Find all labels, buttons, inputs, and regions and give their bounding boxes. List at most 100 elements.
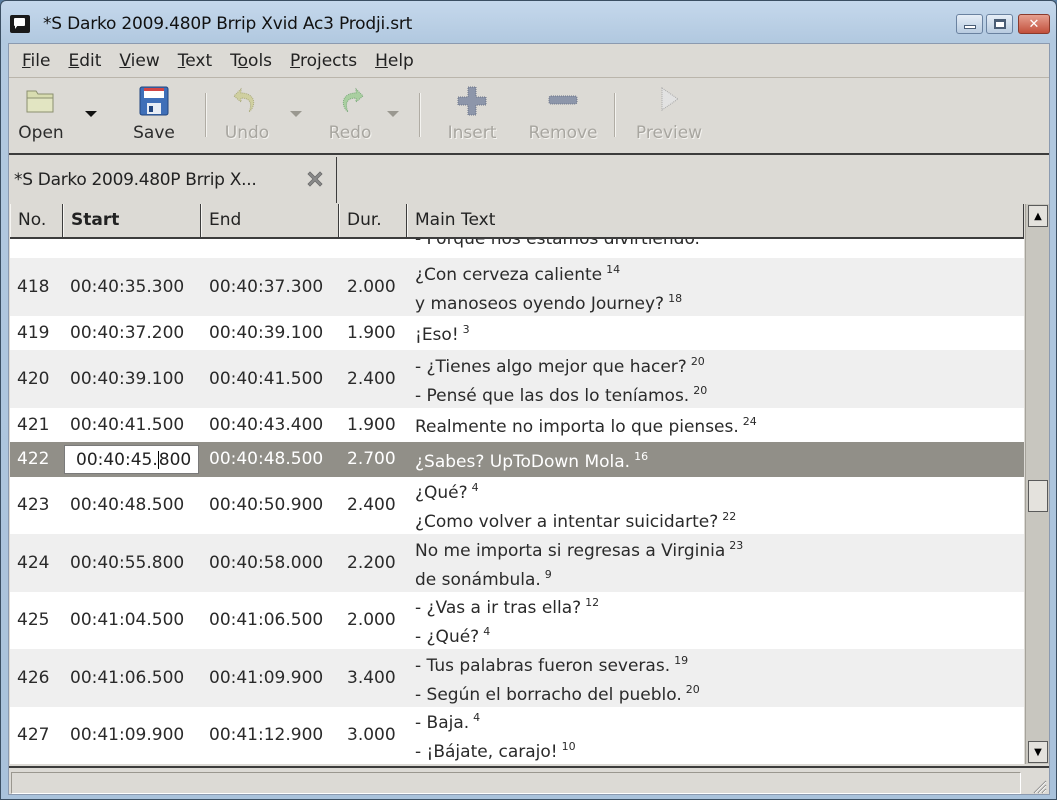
table-row[interactable]: 426 00:41:06.500 00:41:09.900 3.400 - Tus pa… bbox=[10, 649, 1024, 707]
subtitle-line-text: - ¿Qué? bbox=[415, 627, 480, 648]
end-time-cell: 00:40:37.300 bbox=[209, 276, 324, 297]
table-row[interactable]: 420 00:40:39.100 00:40:41.500 2.400 - ¿Tiene… bbox=[10, 350, 1024, 408]
number-cell: 422 bbox=[17, 449, 50, 470]
open-button[interactable]: Open bbox=[13, 85, 69, 147]
line-length-badge: 23 bbox=[729, 538, 744, 552]
table-row[interactable]: 418 00:40:35.300 00:40:37.300 2.000 ¿Con cer… bbox=[10, 258, 1024, 316]
toolbar-separator bbox=[614, 93, 616, 137]
duration-cell: 2.700 bbox=[347, 449, 396, 470]
table-row[interactable]: 423 00:40:48.500 00:40:50.900 2.400 ¿Qué? 4 ¿C… bbox=[10, 476, 1024, 534]
main-text-cell: - Tus palabras fueron severas. 19- Según … bbox=[415, 649, 700, 707]
menu-projects[interactable]: Projects bbox=[281, 51, 366, 71]
main-text-cell: - ¿Vas a ir tras ella? 12- ¿Qué? 4 bbox=[415, 592, 599, 650]
minimize-button[interactable] bbox=[956, 14, 983, 34]
end-time-cell: 00:41:12.900 bbox=[209, 725, 324, 746]
end-time-cell: 00:40:39.100 bbox=[209, 322, 324, 343]
line-length-badge: 12 bbox=[585, 596, 600, 610]
open-dropdown-arrow-icon[interactable] bbox=[85, 111, 97, 117]
undo-dropdown-arrow-icon[interactable] bbox=[290, 111, 302, 117]
subtitle-line-text: ¿Qué? bbox=[415, 483, 468, 504]
open-label: Open bbox=[18, 123, 64, 143]
subtitle-line-text: No me importa si regresas a Virginia bbox=[415, 540, 726, 561]
table-row[interactable]: 419 00:40:37.200 00:40:39.100 1.900 ¡Eso! 3 bbox=[10, 315, 1024, 350]
column-header-no[interactable]: No. bbox=[10, 204, 63, 237]
table-header: No. Start End Dur. Main Text bbox=[10, 204, 1024, 239]
end-time-cell: 00:40:48.500 bbox=[209, 449, 324, 470]
table-row[interactable]: 427 00:41:09.900 00:41:12.900 3.000 - Baja. 4… bbox=[10, 706, 1024, 765]
status-text bbox=[11, 772, 1021, 794]
line-length-badge: 20 bbox=[685, 682, 700, 696]
table-body: - Porque nos estamos divirtiendo. 418 00:… bbox=[10, 229, 1024, 765]
table-row[interactable]: 422 00:40:45. 800 00:40:48.500 2.700 ¿Sabes? … bbox=[10, 442, 1024, 477]
column-header-end[interactable]: End bbox=[201, 204, 339, 237]
scrollbar-thumb[interactable] bbox=[1028, 480, 1048, 512]
document-tab[interactable]: *S Darko 2009.480P Brrip X... bbox=[9, 157, 337, 203]
menu-view[interactable]: View bbox=[110, 51, 168, 71]
duration-cell: 2.400 bbox=[347, 368, 396, 389]
close-icon: ✕ bbox=[1028, 16, 1040, 32]
redo-dropdown-arrow-icon[interactable] bbox=[387, 111, 399, 117]
duration-cell: 2.400 bbox=[347, 495, 396, 516]
menu-help[interactable]: Help bbox=[366, 51, 423, 71]
line-length-badge: 16 bbox=[634, 449, 649, 463]
undo-button[interactable]: Undo bbox=[216, 85, 278, 147]
number-cell: 426 bbox=[17, 667, 50, 688]
column-header-start[interactable]: Start bbox=[63, 204, 201, 237]
subtitle-line: - Baja. 4 bbox=[415, 706, 480, 735]
table-row[interactable]: 424 00:40:55.800 00:40:58.000 2.200 No me im… bbox=[10, 534, 1024, 592]
resize-grip-icon[interactable] bbox=[1029, 776, 1047, 794]
duration-cell: 3.400 bbox=[347, 667, 396, 688]
subtitle-line-text: - Pensé que las dos lo teníamos. bbox=[415, 385, 690, 406]
table-row-partial[interactable]: - Porque nos estamos divirtiendo. bbox=[10, 229, 1024, 258]
tab-close-icon[interactable] bbox=[304, 168, 326, 190]
menu-file[interactable]: File bbox=[13, 51, 59, 71]
number-cell: 423 bbox=[17, 495, 50, 516]
close-button[interactable]: ✕ bbox=[1018, 14, 1050, 34]
start-time-edit-input[interactable]: 00:40:45. 800 bbox=[64, 445, 199, 474]
menu-text[interactable]: Text bbox=[169, 51, 221, 71]
duration-cell: 2.000 bbox=[347, 610, 396, 631]
table-row[interactable]: 421 00:40:41.500 00:40:43.400 1.900 Realment… bbox=[10, 407, 1024, 442]
subtitle-line: - ¿Qué? 4 bbox=[415, 620, 490, 649]
preview-button[interactable]: Preview bbox=[629, 85, 709, 147]
scroll-down-button[interactable]: ▼ bbox=[1028, 741, 1048, 763]
main-text-cell: - Baja. 4- ¡Bájate, carajo! 10 bbox=[415, 707, 576, 765]
insert-button[interactable]: Insert bbox=[439, 85, 505, 147]
menu-edit[interactable]: Edit bbox=[59, 51, 110, 71]
save-button[interactable]: Save bbox=[126, 85, 182, 147]
redo-button[interactable]: Redo bbox=[319, 85, 381, 147]
number-cell: 425 bbox=[17, 610, 50, 631]
line-length-badge: 10 bbox=[561, 740, 576, 754]
column-header-duration[interactable]: Dur. bbox=[339, 204, 407, 237]
vertical-scrollbar[interactable]: ▲ ▼ bbox=[1025, 204, 1049, 764]
toolbar: Open Save Undo Redo Insert Remove Previe… bbox=[9, 79, 1049, 155]
redo-label: Redo bbox=[328, 123, 372, 143]
tab-label: *S Darko 2009.480P Brrip X... bbox=[14, 170, 257, 190]
insert-label: Insert bbox=[447, 123, 497, 143]
column-header-main-text[interactable]: Main Text bbox=[407, 204, 1024, 237]
start-time-cell: 00:40:37.200 bbox=[70, 322, 185, 343]
minus-icon bbox=[548, 95, 578, 105]
main-text-cell: - ¿Tienes algo mejor que hacer? 20- Pensé… bbox=[415, 350, 707, 408]
table-row[interactable]: 425 00:41:04.500 00:41:06.500 2.000 - ¿Vas a… bbox=[10, 591, 1024, 650]
remove-button[interactable]: Remove bbox=[523, 85, 603, 147]
subtitle-line: - ¿Vas a ir tras ella? 12 bbox=[415, 591, 599, 620]
scroll-up-button[interactable]: ▲ bbox=[1028, 205, 1048, 227]
subtitle-line: Realmente no importa lo que pienses. 24 bbox=[415, 410, 757, 439]
title-bar[interactable]: *S Darko 2009.480P Brrip Xvid Ac3 Prodji… bbox=[1, 1, 1056, 43]
line-length-badge: 3 bbox=[462, 323, 470, 337]
edit-text-before-caret: 00:40:45. bbox=[76, 449, 158, 470]
line-length-badge: 4 bbox=[483, 625, 491, 639]
main-text-cell: ¿Con cerveza caliente 14 y manoseos oyendo… bbox=[415, 258, 682, 316]
play-icon bbox=[661, 87, 679, 111]
end-time-cell: 00:40:58.000 bbox=[209, 552, 324, 573]
line-length-badge: 19 bbox=[674, 653, 689, 667]
end-time-cell: 00:41:09.900 bbox=[209, 667, 324, 688]
duration-cell: 3.000 bbox=[347, 725, 396, 746]
duration-cell: 1.900 bbox=[347, 414, 396, 435]
menu-tools[interactable]: Tools bbox=[221, 51, 281, 71]
maximize-button[interactable] bbox=[986, 14, 1013, 34]
arrow-down-icon: ▼ bbox=[1034, 746, 1042, 758]
end-time-cell: 00:41:06.500 bbox=[209, 610, 324, 631]
subtitle-line: No me importa si regresas a Virginia 23 bbox=[415, 534, 743, 563]
